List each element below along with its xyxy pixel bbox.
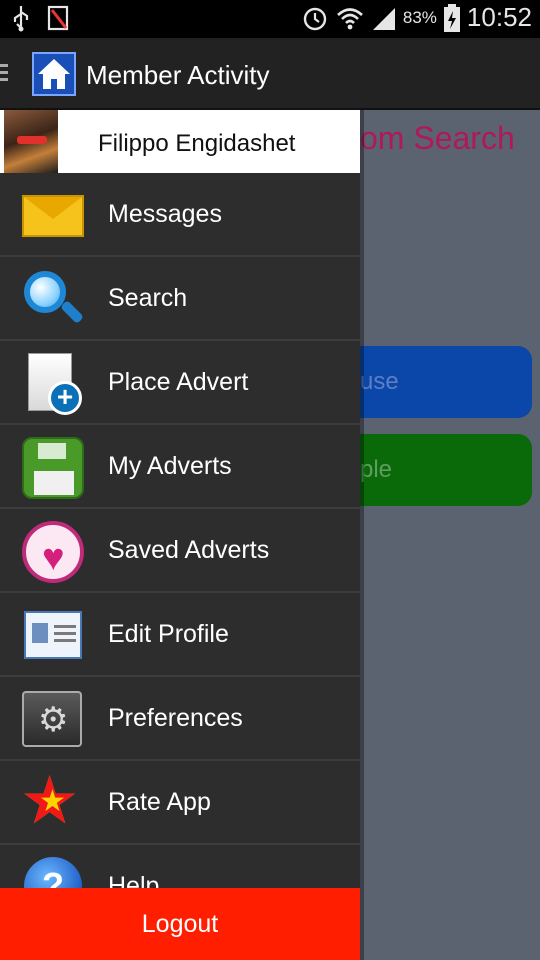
profile-name: Filippo Engidashet bbox=[98, 130, 296, 157]
drawer-shadow bbox=[360, 110, 364, 960]
drawer-item-messages[interactable]: Messages bbox=[0, 173, 360, 257]
content-heading: om Search bbox=[360, 120, 515, 156]
status-bar-left bbox=[10, 4, 72, 32]
content-green-button-label: ple bbox=[360, 456, 393, 483]
drawer-item-my-adverts[interactable]: My Adverts bbox=[0, 425, 360, 509]
drawer-item-preferences[interactable]: ⚙ Preferences bbox=[0, 677, 360, 761]
action-bar: Member Activity bbox=[0, 38, 540, 110]
navigation-drawer: Filippo Engidashet Messages Search + Pla… bbox=[0, 110, 360, 960]
drawer-item-place-advert[interactable]: + Place Advert bbox=[0, 341, 360, 425]
signal-icon bbox=[372, 7, 395, 30]
page-title: Member Activity bbox=[86, 60, 270, 90]
drawer-item-label: Saved Adverts bbox=[108, 536, 270, 564]
usb-icon bbox=[13, 6, 29, 32]
no-sim-icon bbox=[47, 5, 69, 31]
battery-percent: 83% bbox=[402, 7, 437, 27]
wifi-icon bbox=[337, 7, 363, 29]
profile-card-icon bbox=[20, 603, 86, 667]
envelope-icon bbox=[20, 183, 86, 247]
alarm-icon bbox=[303, 7, 327, 30]
logout-button[interactable]: Logout bbox=[0, 888, 360, 960]
drawer-toggle-icon[interactable] bbox=[0, 64, 10, 84]
drawer-menu: Messages Search + Place Advert My Advert… bbox=[0, 173, 360, 929]
drawer-item-label: Search bbox=[108, 284, 188, 312]
drawer-item-label: Place Advert bbox=[108, 368, 249, 396]
floppy-disk-icon bbox=[20, 435, 86, 499]
drawer-item-saved-adverts[interactable]: ♥ Saved Adverts bbox=[0, 509, 360, 593]
drawer-item-label: Preferences bbox=[108, 704, 243, 732]
star-icon: ★ ★ bbox=[20, 763, 80, 837]
battery-icon bbox=[443, 3, 460, 32]
content-blue-button-label: use bbox=[360, 368, 399, 395]
magnifier-icon bbox=[20, 267, 86, 331]
drawer-item-label: Edit Profile bbox=[108, 620, 229, 648]
avatar bbox=[4, 110, 58, 173]
drawer-item-label: My Adverts bbox=[108, 452, 232, 480]
drawer-item-label: Messages bbox=[108, 200, 222, 228]
drawer-item-label: Rate App bbox=[108, 788, 211, 816]
clock: 10:52 bbox=[466, 2, 532, 32]
status-bar-right: 83% 10:52 bbox=[301, 2, 532, 33]
gear-icon: ⚙ bbox=[20, 687, 86, 751]
heart-icon: ♥ bbox=[20, 519, 86, 583]
profile-header[interactable]: Filippo Engidashet bbox=[0, 110, 360, 173]
status-bar: 83% 10:52 bbox=[0, 0, 540, 38]
home-icon[interactable] bbox=[32, 52, 76, 96]
drawer-item-rate-app[interactable]: ★ ★ Rate App bbox=[0, 761, 360, 845]
add-document-icon: + bbox=[20, 351, 86, 415]
drawer-item-search[interactable]: Search bbox=[0, 257, 360, 341]
logout-label: Logout bbox=[141, 910, 219, 938]
drawer-item-edit-profile[interactable]: Edit Profile bbox=[0, 593, 360, 677]
